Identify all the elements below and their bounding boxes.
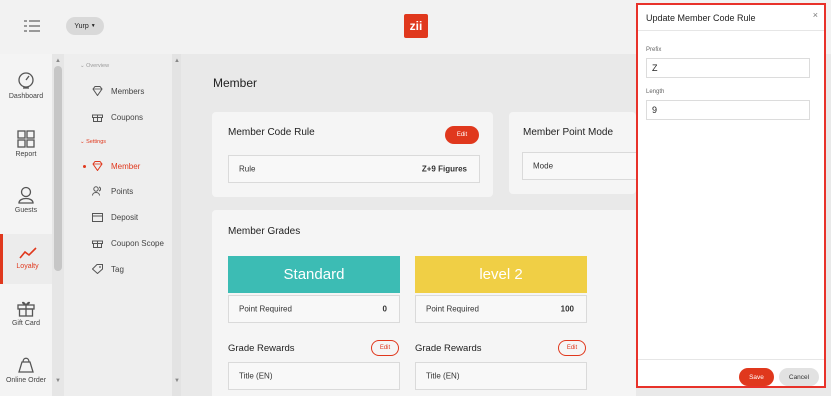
length-label: Length — [646, 89, 665, 95]
chevron-down-icon: ⌄ — [80, 139, 85, 145]
dialog-divider — [638, 30, 824, 31]
page-title: Member — [213, 76, 258, 90]
nav-label: Online Order — [5, 377, 47, 384]
close-icon[interactable]: × — [813, 10, 818, 20]
update-member-code-rule-dialog: Update Member Code Rule × Prefix Length … — [636, 3, 826, 388]
nav-gift-card[interactable]: Gift Card — [0, 299, 52, 327]
cancel-button[interactable]: Cancel — [779, 368, 819, 386]
nav-label: Dashboard — [8, 93, 44, 100]
active-indicator — [83, 165, 86, 168]
store-selector[interactable]: Yurp ▼ — [66, 17, 104, 35]
prefix-label: Prefix — [646, 47, 662, 53]
submenu-item-member[interactable]: Member — [92, 161, 140, 171]
mode-row: Mode — [522, 152, 636, 180]
wallet-icon — [92, 213, 103, 222]
grade-rewards-edit-button[interactable]: Edit — [371, 340, 399, 356]
nav-label: Report — [15, 151, 37, 158]
store-label: Yurp — [74, 22, 89, 30]
grid-icon — [17, 130, 35, 148]
scroll-down-icon[interactable]: ▼ — [55, 378, 61, 384]
nav-label: Guests — [14, 207, 38, 214]
dashboard-icon — [18, 72, 34, 89]
section-overview[interactable]: ⌄ Overview — [80, 63, 109, 69]
rail-scrollbar-thumb[interactable] — [54, 66, 62, 271]
section-settings[interactable]: ⌄ Settings — [80, 139, 106, 145]
grade-banner-standard: Standard — [228, 256, 400, 293]
prefix-input[interactable] — [646, 58, 810, 78]
nav-guests[interactable]: Guests — [0, 186, 52, 214]
users-icon — [92, 186, 101, 196]
point-required-value: 0 — [382, 304, 387, 314]
point-required-row: Point Required 100 — [415, 295, 587, 323]
dialog-title: Update Member Code Rule — [646, 13, 756, 23]
zii-logo: zii — [404, 14, 428, 38]
submenu-item-members[interactable]: Members — [92, 86, 144, 96]
chevron-down-icon: ▼ — [90, 23, 96, 29]
save-button[interactable]: Save — [739, 368, 774, 386]
code-rule-title: Member Code Rule — [228, 127, 315, 138]
user-icon — [18, 186, 34, 204]
loyalty-submenu — [64, 54, 181, 396]
grade-rewards-edit-button[interactable]: Edit — [558, 340, 586, 356]
nav-online-order[interactable]: Online Order — [0, 356, 52, 384]
nav-dashboard[interactable]: Dashboard — [0, 72, 52, 100]
rule-label: Rule — [239, 164, 256, 174]
diamond-icon — [92, 86, 103, 96]
main-nav-rail — [0, 54, 52, 396]
gift-icon — [17, 301, 35, 317]
bag-icon — [18, 357, 34, 373]
point-required-row: Point Required 0 — [228, 295, 400, 323]
grade-rewards-title: Grade Rewards — [228, 343, 295, 354]
rule-row: Rule Z+9 Figures — [228, 155, 480, 183]
code-rule-edit-button[interactable]: Edit — [445, 126, 479, 144]
grade-name: Standard — [283, 266, 345, 283]
mode-label: Mode — [533, 161, 554, 171]
point-required-label: Point Required — [239, 304, 292, 314]
title-en-label: Title (EN) — [426, 371, 460, 381]
nav-label: Gift Card — [11, 320, 40, 327]
tag-icon — [92, 264, 103, 274]
submenu-item-tag[interactable]: Tag — [92, 264, 124, 274]
grade-rewards-title: Grade Rewards — [415, 343, 482, 354]
dialog-footer-divider — [638, 359, 824, 360]
grades-title: Member Grades — [228, 226, 301, 237]
title-en-row: Title (EN) — [415, 362, 587, 390]
gift-icon — [92, 240, 103, 248]
gift-icon — [92, 114, 103, 122]
chevron-down-icon: ⌄ — [80, 63, 85, 69]
nav-loyalty[interactable]: Loyalty — [0, 234, 52, 284]
scroll-up-icon[interactable]: ▲ — [55, 58, 61, 64]
title-en-label: Title (EN) — [239, 371, 273, 381]
title-en-row: Title (EN) — [228, 362, 400, 390]
grade-name: level 2 — [479, 266, 523, 283]
submenu-item-coupon-scope[interactable]: Coupon Scope — [92, 238, 164, 248]
rule-value: Z+9 Figures — [421, 164, 467, 174]
diamond-icon — [92, 161, 103, 171]
menu-icon[interactable] — [24, 19, 40, 33]
nav-report[interactable]: Report — [0, 130, 52, 158]
trend-icon — [18, 247, 37, 259]
submenu-item-coupons[interactable]: Coupons — [92, 112, 143, 122]
grade-banner-level-2: level 2 — [415, 256, 587, 293]
length-input[interactable] — [646, 100, 810, 120]
scroll-up-icon[interactable]: ▲ — [174, 58, 180, 64]
point-mode-title: Member Point Mode — [523, 127, 614, 138]
point-required-value: 100 — [560, 304, 574, 314]
submenu-item-deposit[interactable]: Deposit — [92, 212, 138, 222]
scroll-down-icon[interactable]: ▼ — [174, 378, 180, 384]
submenu-scrollbar[interactable] — [172, 54, 181, 396]
submenu-item-points[interactable]: Points — [92, 186, 133, 196]
point-required-label: Point Required — [426, 304, 479, 314]
nav-label: Loyalty — [16, 263, 39, 270]
